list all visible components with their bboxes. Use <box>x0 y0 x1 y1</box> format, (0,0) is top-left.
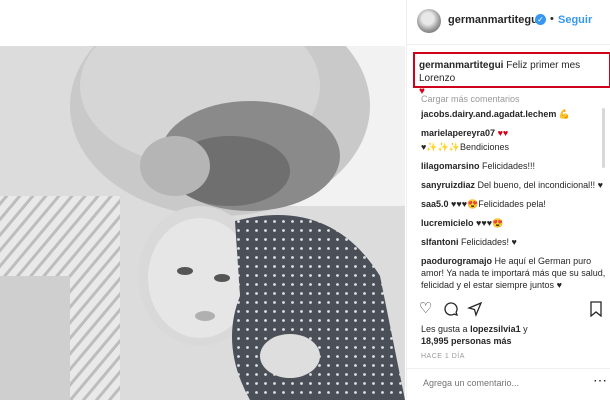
post-side-panel: germanmartitegui ✓ • Seguir germanmartit… <box>406 0 610 400</box>
comment-text: ♥✨✨✨Bendiciones <box>421 142 509 152</box>
comment-text: ♥♥♥😍 <box>476 218 504 228</box>
comment-username[interactable]: sanyruizdiaz <box>421 180 475 190</box>
post-actions: ♡ <box>419 300 609 318</box>
comment-item: lucremicielo ♥♥♥😍 <box>421 217 607 229</box>
divider <box>407 368 610 369</box>
post-age[interactable]: HACE 1 DÍA <box>421 353 465 360</box>
comment-username[interactable]: jacobs.dairy.and.agadat.lechem <box>421 109 556 119</box>
comment-text: ♥♥♥😍Felicidades pela! <box>451 199 546 209</box>
comment-text: 💪 <box>558 109 571 119</box>
comment-item: marielapereyra07 ♥♥ <box>421 127 607 139</box>
add-comment-input[interactable] <box>421 377 575 389</box>
share-icon[interactable] <box>467 300 483 322</box>
likes-prefix: Les gusta a <box>421 324 468 334</box>
comments-list: jacobs.dairy.and.agadat.lechem 💪 mariela… <box>421 108 607 296</box>
follow-button[interactable]: Seguir <box>558 14 592 26</box>
comment-username[interactable]: lilagomarsino <box>421 161 480 171</box>
comment-username[interactable]: slfantoni <box>421 237 459 247</box>
comment-username[interactable]: paodurogramajo <box>421 256 492 266</box>
avatar[interactable] <box>417 9 441 33</box>
comment-item: ♥✨✨✨Bendiciones <box>421 141 607 153</box>
comment-item: slfantoni Felicidades! ♥ <box>421 236 607 248</box>
comment-text: Del bueno, del incondicional!! ♥ <box>477 180 603 190</box>
comment-text: Felicidades! ♥ <box>461 237 517 247</box>
verified-badge-icon: ✓ <box>535 14 546 25</box>
comment-username[interactable]: lucremicielo <box>421 218 474 228</box>
bookmark-icon[interactable] <box>589 300 603 322</box>
caption-username[interactable]: germanmartitegui <box>419 60 503 71</box>
comment-username[interactable]: saa5.0 <box>421 199 449 209</box>
likes-user[interactable]: lopezsilvia1 <box>470 324 521 334</box>
comment-item: jacobs.dairy.and.agadat.lechem 💪 <box>421 108 607 120</box>
comment-item: lilagomarsino Felicidades!!! <box>421 160 607 172</box>
likes-suffix: y <box>523 324 528 334</box>
comment-username[interactable]: marielapereyra07 <box>421 128 495 138</box>
load-more-comments-link[interactable]: Cargar más comentarios <box>421 94 520 104</box>
comment-item: sanyruizdiaz Del bueno, del incondiciona… <box>421 179 607 191</box>
post-photo[interactable] <box>0 46 405 400</box>
heart-outline-icon[interactable]: ♡ <box>419 300 432 318</box>
comment-item: saa5.0 ♥♥♥😍Felicidades pela! <box>421 198 607 210</box>
header-username[interactable]: germanmartitegui <box>448 14 541 26</box>
post-header: germanmartitegui ✓ • Seguir <box>407 0 610 45</box>
more-options-icon[interactable]: ⋯ <box>593 372 607 389</box>
separator-dot: • <box>550 13 554 25</box>
likes-count[interactable]: 18,995 personas más <box>421 336 512 346</box>
comment-bubble-icon[interactable] <box>443 300 459 322</box>
comment-text: Felicidades!!! <box>482 161 536 171</box>
post-photo-graphic <box>0 46 405 400</box>
comments-scrollbar[interactable] <box>602 108 605 168</box>
post-caption: germanmartitegui Feliz primer mes Lorenz… <box>419 59 605 98</box>
likes-summary: Les gusta a lopezsilvia1 y 18,995 person… <box>421 323 607 347</box>
comment-text: ♥♥ <box>497 128 509 138</box>
comment-item: paodurogramajo He aquí el German puro am… <box>421 255 607 291</box>
